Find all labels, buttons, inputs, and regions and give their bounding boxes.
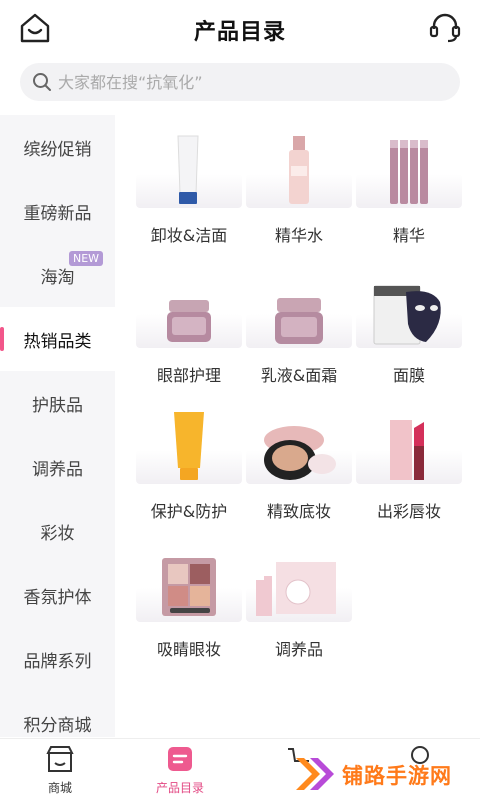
sidebar-item-bestsellers[interactable]: 热销品类 — [0, 307, 115, 371]
category-label: 眼部护理 — [156, 366, 221, 385]
sheet-mask-icon — [373, 285, 441, 345]
tab-label: 产品目录 — [155, 781, 204, 795]
sidebar-item-label: 品牌系列 — [23, 651, 92, 672]
sidebar-item-label: 海淘 — [40, 267, 75, 288]
category-eye-care[interactable]: 眼部护理 — [136, 262, 242, 392]
sidebar-item-makeup[interactable]: 彩妆 — [0, 499, 115, 563]
eyeshadow-palette-icon — [162, 558, 216, 616]
sidebar-item-brand-series[interactable]: 品牌系列 — [0, 627, 115, 691]
tab-store[interactable]: 商城 — [20, 745, 100, 797]
category-label: 调养品 — [274, 640, 323, 659]
category-essence-water[interactable]: 精华水 — [246, 122, 352, 252]
sidebar-item-supplements[interactable]: 调养品 — [0, 435, 115, 499]
category-masks[interactable]: 面膜 — [356, 262, 462, 392]
tab-label: 商城 — [47, 781, 72, 795]
sidebar-item-skincare[interactable]: 护肤品 — [0, 371, 115, 435]
category-supplements[interactable]: 调养品 — [246, 536, 352, 666]
chevron-logo-icon — [296, 758, 334, 790]
lipstick-icon — [390, 420, 424, 480]
category-label: 卸妆&洁面 — [150, 226, 228, 245]
new-badge: NEW — [69, 251, 104, 266]
sidebar-item-label: 彩妆 — [40, 523, 75, 544]
cushion-compact-icon — [264, 426, 336, 480]
category-sun-protection[interactable]: 保护&防护 — [136, 398, 242, 528]
sidebar-item-promotions[interactable]: 缤纷促销 — [0, 115, 115, 179]
category-lip-makeup[interactable]: 出彩唇妆 — [356, 398, 462, 528]
sunscreen-tube-icon — [174, 412, 204, 480]
sidebar-item-label: 积分商城 — [23, 715, 92, 736]
category-label: 精华 — [392, 226, 425, 245]
serum-vials-icon — [390, 140, 428, 204]
category-lotion-cream[interactable]: 乳液&面霜 — [246, 262, 352, 392]
search-icon — [33, 73, 51, 91]
category-label: 保护&防护 — [150, 502, 228, 521]
category-label: 精华水 — [274, 226, 323, 245]
sidebar-item-label: 香氛护体 — [23, 587, 92, 608]
sidebar-item-label: 调养品 — [32, 459, 83, 480]
category-label: 精致底妆 — [266, 502, 331, 521]
category-serum[interactable]: 精华 — [356, 122, 462, 252]
tab-product-catalog[interactable]: 产品目录 — [140, 745, 220, 797]
sidebar-item-label: 缤纷促销 — [23, 139, 92, 160]
sidebar-item-label: 护肤品 — [32, 395, 83, 416]
category-label: 面膜 — [392, 366, 425, 385]
sidebar-item-fragrance-body[interactable]: 香氛护体 — [0, 563, 115, 627]
essence-bottle-icon — [289, 136, 309, 204]
store-icon — [46, 746, 74, 772]
customer-service-icon[interactable] — [428, 12, 462, 44]
sidebar-item-points-mall[interactable]: 积分商城 — [0, 691, 115, 737]
category-label: 乳液&面霜 — [260, 366, 338, 385]
cleanser-tube-icon — [177, 135, 199, 204]
sidebar-item-label: 热销品类 — [23, 331, 92, 352]
sidebar-item-new-arrivals[interactable]: 重磅新品 — [0, 179, 115, 243]
category-label: 出彩唇妆 — [376, 502, 441, 521]
sidebar-item-label: 重磅新品 — [23, 203, 92, 224]
category-cleanser[interactable]: 卸妆&洁面 — [136, 122, 242, 252]
category-base-makeup[interactable]: 精致底妆 — [246, 398, 352, 528]
watermark-logo: 铺路手游网 — [294, 752, 480, 796]
supplement-box-icon — [256, 562, 336, 616]
catalog-icon — [168, 747, 192, 771]
category-eye-makeup[interactable]: 吸睛眼妆 — [136, 536, 242, 666]
search-bar[interactable] — [20, 63, 460, 101]
eye-cream-jar-icon — [167, 300, 211, 342]
watermark-text: 铺路手游网 — [342, 764, 452, 788]
page-title: 产品目录 — [193, 20, 286, 45]
search-input[interactable] — [58, 63, 448, 101]
face-cream-jar-icon — [275, 298, 323, 344]
top-bar: 产品目录 — [0, 0, 480, 56]
category-label: 吸睛眼妆 — [156, 640, 221, 659]
category-sidebar: 缤纷促销 重磅新品 海淘 NEW 热销品类 护肤品 调养品 彩妆 香氛护体 品牌… — [0, 115, 115, 737]
